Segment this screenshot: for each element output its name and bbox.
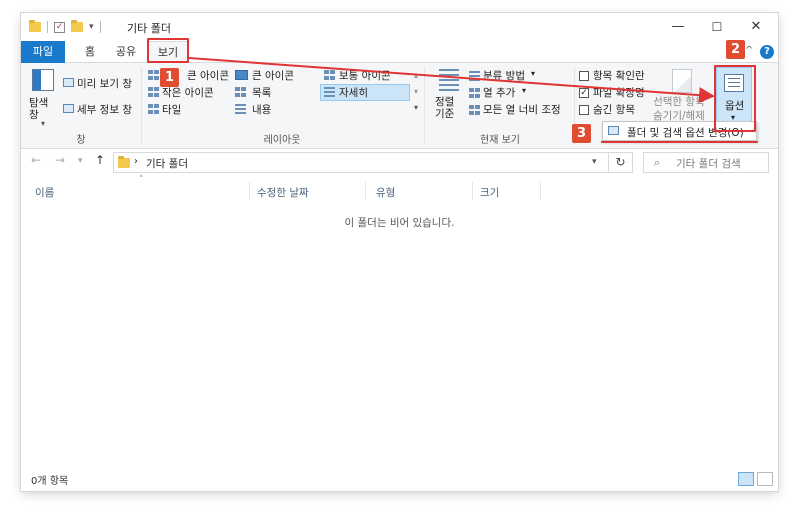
step-badge-2: 2 — [726, 40, 745, 59]
annotation-arrows — [188, 57, 715, 104]
explorer-window: ✓ ▾ 기타 폴더 — ☐ ✕ 파일 홈 공유 보기 ^ ? 탐색 창 ▾ 미리… — [21, 13, 778, 491]
step-badge-1: 1 — [160, 68, 179, 87]
step-badge-3: 3 — [572, 124, 591, 143]
arrow-view-to-options — [188, 57, 715, 104]
